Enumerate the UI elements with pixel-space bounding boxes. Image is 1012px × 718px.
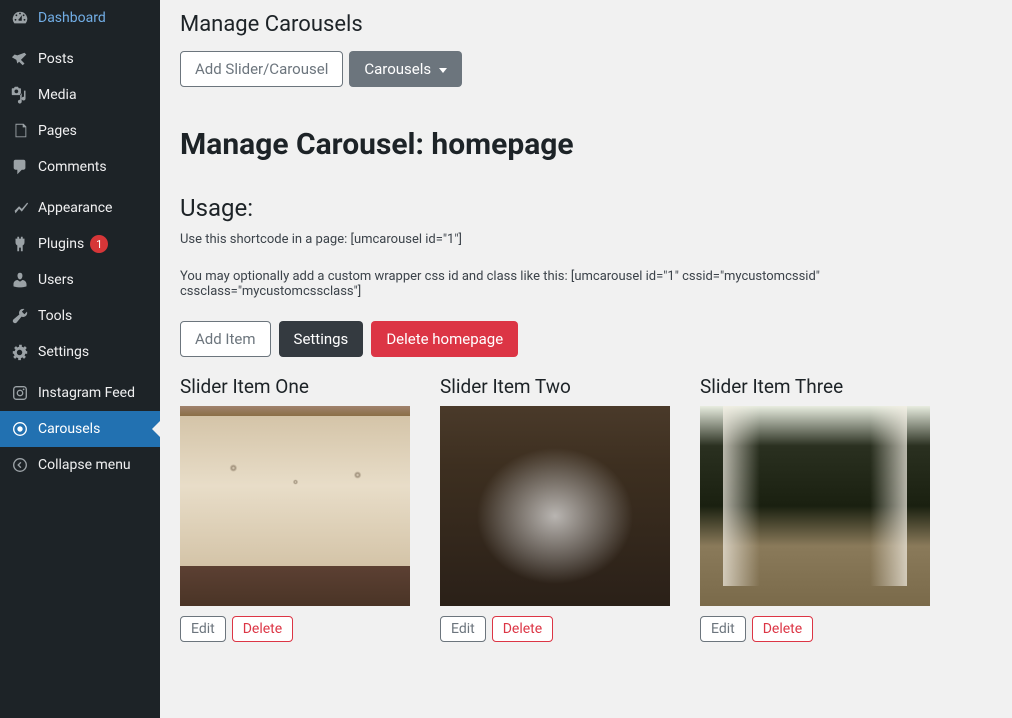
tools-icon [10, 306, 30, 326]
dropdown-label: Carousels [364, 60, 431, 78]
usage-heading: Usage: [180, 194, 992, 222]
sidebar-item-label: Plugins [38, 236, 84, 252]
sidebar-item-carousels[interactable]: Carousels [0, 411, 160, 447]
top-button-row: Add Slider/Carousel Carousels [180, 51, 992, 87]
item-button-row: Edit Delete [180, 616, 410, 642]
slider-item-image [700, 406, 930, 606]
usage-optional-text: You may optionally add a custom wrapper … [180, 269, 992, 299]
users-icon [10, 270, 30, 290]
collapse-icon [10, 455, 30, 475]
admin-sidebar: Dashboard Posts Media Pages Comments [0, 0, 160, 718]
update-badge: 1 [90, 235, 108, 253]
carousel-icon [10, 419, 30, 439]
slider-items-grid: Slider Item One Edit Delete Slider Item … [180, 375, 992, 642]
sidebar-item-label: Dashboard [38, 10, 106, 26]
delete-button[interactable]: Delete [492, 616, 553, 642]
edit-button[interactable]: Edit [180, 616, 226, 642]
add-slider-button[interactable]: Add Slider/Carousel [180, 51, 343, 87]
sidebar-item-posts[interactable]: Posts [0, 41, 160, 77]
plugins-icon [10, 234, 30, 254]
delete-button[interactable]: Delete [752, 616, 813, 642]
appearance-icon [10, 198, 30, 218]
sidebar-item-label: Carousels [38, 421, 100, 437]
comments-icon [10, 157, 30, 177]
sidebar-item-label: Instagram Feed [38, 385, 135, 401]
slider-item: Slider Item Three Edit Delete [700, 375, 930, 642]
sidebar-item-tools[interactable]: Tools [0, 298, 160, 334]
sidebar-item-label: Users [38, 272, 74, 288]
item-button-row: Edit Delete [700, 616, 930, 642]
usage-shortcode-text: Use this shortcode in a page: [umcarouse… [180, 232, 992, 247]
delete-carousel-button[interactable]: Delete homepage [371, 321, 518, 357]
caret-down-icon [439, 68, 447, 73]
sidebar-item-users[interactable]: Users [0, 262, 160, 298]
slider-item-title: Slider Item One [180, 375, 410, 398]
sidebar-item-instagram-feed[interactable]: Instagram Feed [0, 375, 160, 411]
slider-item: Slider Item One Edit Delete [180, 375, 410, 642]
pin-icon [10, 49, 30, 69]
slider-item-image [180, 406, 410, 606]
slider-item: Slider Item Two Edit Delete [440, 375, 670, 642]
instagram-icon [10, 383, 30, 403]
delete-button[interactable]: Delete [232, 616, 293, 642]
main-content: Manage Carousels Add Slider/Carousel Car… [160, 0, 1012, 718]
edit-button[interactable]: Edit [440, 616, 486, 642]
sidebar-item-appearance[interactable]: Appearance [0, 190, 160, 226]
item-button-row: Edit Delete [440, 616, 670, 642]
sidebar-item-label: Comments [38, 159, 107, 175]
sidebar-item-media[interactable]: Media [0, 77, 160, 113]
settings-button[interactable]: Settings [279, 321, 364, 357]
sidebar-item-label: Appearance [38, 200, 112, 216]
add-item-button[interactable]: Add Item [180, 321, 271, 357]
sidebar-item-label: Media [38, 87, 77, 103]
settings-icon [10, 342, 30, 362]
dashboard-icon [10, 8, 30, 28]
pages-icon [10, 121, 30, 141]
media-icon [10, 85, 30, 105]
page-title: Manage Carousels [180, 12, 992, 37]
sidebar-item-label: Settings [38, 344, 89, 360]
sidebar-item-label: Tools [38, 308, 72, 324]
slider-item-title: Slider Item Two [440, 375, 670, 398]
sidebar-item-label: Pages [38, 123, 77, 139]
sidebar-item-settings[interactable]: Settings [0, 334, 160, 370]
sidebar-item-label: Collapse menu [38, 457, 131, 473]
carousel-heading: Manage Carousel: homepage [180, 127, 992, 162]
sidebar-item-collapse[interactable]: Collapse menu [0, 447, 160, 483]
sidebar-item-comments[interactable]: Comments [0, 149, 160, 185]
slider-item-title: Slider Item Three [700, 375, 930, 398]
sidebar-item-plugins[interactable]: Plugins 1 [0, 226, 160, 262]
edit-button[interactable]: Edit [700, 616, 746, 642]
slider-item-image [440, 406, 670, 606]
action-button-row: Add Item Settings Delete homepage [180, 321, 992, 357]
sidebar-item-label: Posts [38, 51, 74, 67]
sidebar-item-dashboard[interactable]: Dashboard [0, 0, 160, 36]
sidebar-item-pages[interactable]: Pages [0, 113, 160, 149]
carousels-dropdown[interactable]: Carousels [349, 51, 462, 87]
